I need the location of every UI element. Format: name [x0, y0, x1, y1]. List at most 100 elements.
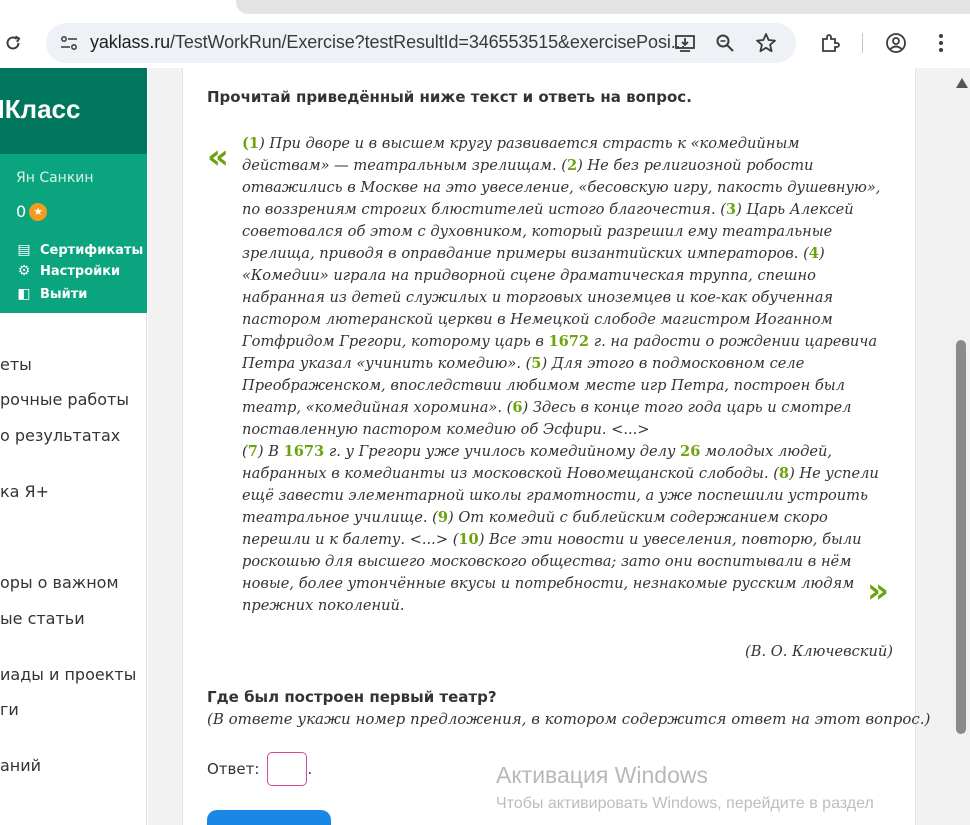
text-segment: «Комедии» играла на придворной сцене дра…	[242, 267, 816, 284]
text-segment: ) Не успели	[789, 465, 879, 482]
nav-item-7[interactable]: иады и проекты	[0, 665, 136, 684]
user-panel: Ян Санкин 0 ★ ▤ Сертификаты ⚙ Настройки …	[0, 154, 147, 313]
exercise-card: Прочитай приведённый ниже текст и ответь…	[182, 68, 930, 825]
sentence-number: 10	[458, 531, 479, 548]
zoom-icon[interactable]	[710, 28, 740, 58]
text-line: ещё завести элементарной школы грамотнос…	[242, 485, 868, 507]
text-line: прежних поколений.	[242, 595, 862, 617]
text-segment: )	[818, 245, 825, 262]
menu-certificates-label: Сертификаты	[40, 242, 144, 258]
sentence-number: 3	[725, 201, 737, 218]
reload-icon[interactable]	[0, 28, 28, 58]
sidebar: ЯКласс Ян Санкин 0 ★ ▤ Сертификаты ⚙ Нас…	[0, 68, 147, 825]
sentence-number: 4	[808, 245, 819, 262]
bookmark-star-icon[interactable]	[751, 28, 781, 58]
url-host: yaklass.ru	[90, 32, 171, 52]
text-segment: прежних поколений.	[242, 597, 405, 614]
sentence-number: 1673	[283, 443, 325, 460]
text-segment: отважились в Москве на это увеселение, «…	[242, 179, 881, 196]
text-segment: ещё завести элементарной школы грамотнос…	[242, 487, 868, 504]
scroll-up-arrow-icon[interactable]	[956, 78, 968, 88]
scrollbar-thumb[interactable]	[956, 340, 966, 734]
text-segment: ) Царь Алексей	[736, 201, 854, 218]
text-segment: ) Здесь в конце того года царь и смотрел	[522, 399, 852, 416]
logout-icon: ◧	[17, 286, 31, 302]
page-scrollbar[interactable]	[952, 68, 970, 825]
nav-item-4[interactable]: ка Я+	[0, 482, 49, 501]
sentence-number: 7	[247, 443, 258, 460]
answer-row: Ответ: .	[207, 752, 312, 786]
text-segment: ) Для этого в подмосковном селе	[541, 355, 805, 372]
install-app-icon[interactable]	[670, 28, 700, 58]
address-bar[interactable]: yaklass.ru/TestWorkRun/Exercise?testResu…	[46, 23, 796, 63]
answer-label: Ответ:	[207, 760, 260, 778]
text-segment: ) В	[257, 443, 284, 460]
text-segment: поставленную пастором комедию об Эсфири.…	[242, 421, 650, 438]
nav-item-5[interactable]: оры о важном	[0, 573, 119, 592]
text-segment: набранная из детей служилых и торговых и…	[242, 289, 834, 306]
sentence-number: 6	[512, 399, 523, 416]
text-segment: г. у Грегори уже училось комедийному дел…	[324, 443, 681, 460]
text-segment: театральное училище. (	[242, 509, 438, 526]
url-text[interactable]: yaklass.ru/TestWorkRun/Exercise?testResu…	[90, 32, 686, 53]
text-line: (1) При дворе и в высшем кругу развивает…	[242, 133, 862, 155]
points-value: 0	[16, 202, 27, 221]
text-segment: новые, более утончённые вкусы и потребно…	[242, 575, 855, 592]
text-segment: по воззрениям строгих блюстителей истого…	[242, 201, 726, 218]
text-segment: ) Все эти новости и увеселения, повторю,…	[478, 531, 862, 548]
nav-item-9[interactable]: аний	[0, 756, 41, 775]
sentence-number: 8	[778, 465, 790, 482]
text-line: Петра указал «учинить комедию». (5) Для …	[242, 353, 862, 375]
question-note: (В ответе укажи номер предложения, в кот…	[207, 710, 931, 728]
menu-logout[interactable]: ◧ Выйти	[16, 286, 87, 302]
quote-close-icon: »	[867, 571, 889, 611]
question-text: Где был построен первый театр?	[207, 688, 497, 706]
task-instruction: Прочитай приведённый ниже текст и ответь…	[207, 88, 692, 106]
text-line: пастором лютеранской церкви в Немецкой с…	[242, 309, 862, 331]
nav-item-8[interactable]: ги	[0, 700, 19, 719]
text-segment: молодых людей,	[700, 443, 833, 460]
nav-item-6[interactable]: ые статьи	[0, 609, 85, 628]
user-name[interactable]: Ян Санкин	[16, 170, 94, 186]
text-line: действам» — театральным зрелищам. (2) Не…	[242, 155, 862, 177]
text-segment: г. на радости о рождении царевича	[589, 333, 878, 350]
nav-item-2[interactable]: рочные работы	[0, 390, 129, 409]
answer-suffix: .	[307, 760, 313, 778]
url-path: /TestWorkRun/Exercise?testResultId=34655…	[170, 32, 686, 52]
site-settings-icon[interactable]	[54, 28, 84, 58]
text-segment: Петра указал «учинить комедию». (	[242, 355, 532, 372]
certificate-icon: ▤	[17, 242, 31, 258]
text-line: театральное училище. (9) От комедий с би…	[242, 507, 862, 529]
sentence-number: 5	[531, 355, 542, 372]
text-line: (7) В 1673 г. у Грегори уже училось коме…	[242, 441, 862, 463]
text-segment: ) Не без религиозной робости	[577, 157, 814, 174]
brand-header[interactable]: ЯКласс	[0, 68, 147, 154]
text-segment: действам» — театральным зрелищам. (	[242, 157, 567, 174]
nav-item-1[interactable]: еты	[0, 355, 32, 374]
windows-activation-subtitle: Чтобы активировать Windows, перейдите в …	[496, 795, 874, 812]
text-line: театр, «комедийная хоромина». (6) Здесь …	[242, 397, 862, 419]
text-line: по воззрениям строгих блюстителей истого…	[242, 199, 862, 221]
profile-icon[interactable]	[881, 28, 911, 58]
menu-certificates[interactable]: ▤ Сертификаты	[16, 242, 143, 258]
menu-kebab-icon[interactable]	[926, 28, 956, 58]
text-line: Готфридом Грегори, которому царь в 1672 …	[242, 331, 877, 353]
text-line: поставленную пастором комедию об Эсфири.…	[242, 419, 862, 441]
menu-settings[interactable]: ⚙ Настройки	[16, 263, 120, 279]
extensions-icon[interactable]	[815, 28, 845, 58]
menu-settings-label: Настройки	[40, 263, 121, 279]
windows-activation-title: Активация Windows	[496, 762, 708, 788]
text-segment: ) При дворе и в высшем кругу развивается…	[259, 135, 800, 152]
brand-logo-text[interactable]: ЯКласс	[0, 94, 80, 125]
sentence-number: 9	[437, 509, 448, 526]
tab-strip	[0, 0, 970, 18]
text-line: зрелища, приводя в оправдание примеры ви…	[242, 243, 862, 265]
nav-item-3[interactable]: о результатах	[0, 426, 120, 445]
text-line: набранных в комедианты из московской Нов…	[242, 463, 879, 485]
submit-button[interactable]	[207, 810, 331, 825]
text-line: Преображенском, впоследствии любимом мес…	[242, 375, 862, 397]
sentence-number: 26	[680, 443, 701, 460]
text-segment: пастором лютеранской церкви в Немецкой с…	[242, 311, 833, 328]
user-points[interactable]: 0 ★	[16, 202, 48, 221]
answer-input[interactable]	[267, 752, 308, 786]
